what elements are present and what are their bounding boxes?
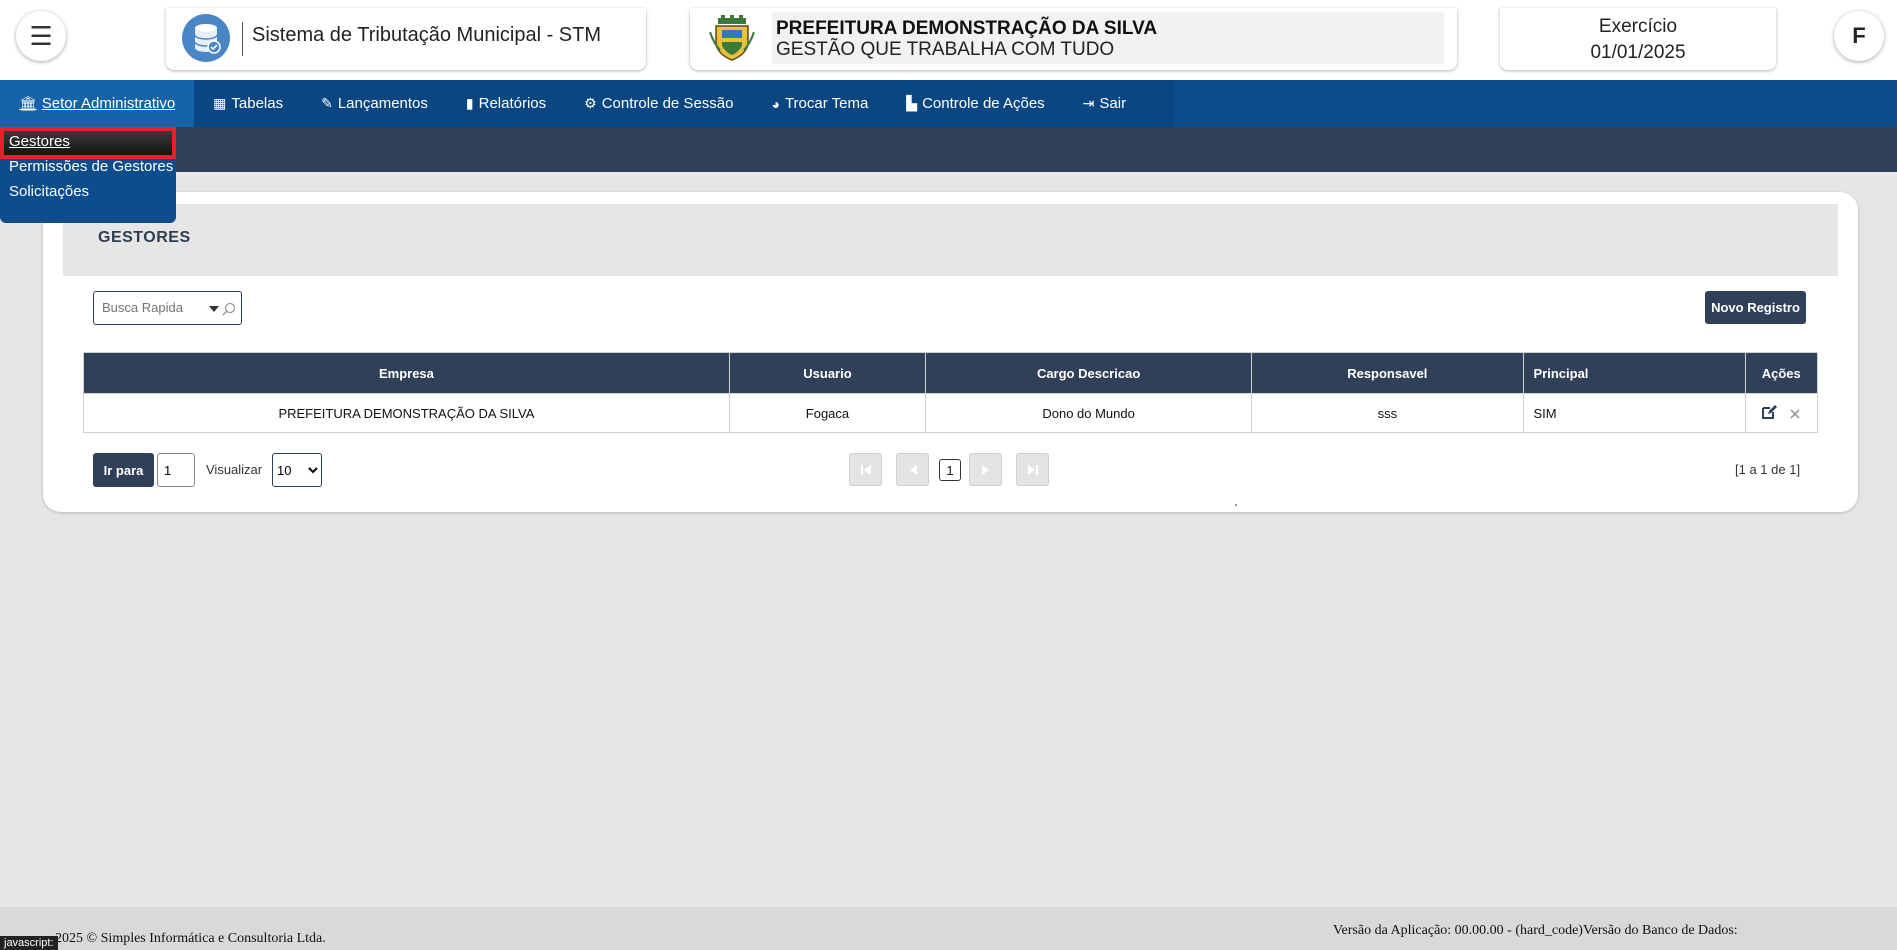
nav-item-lancamentos[interactable]: ✎ Lançamentos <box>302 80 447 127</box>
gestores-table: Empresa Usuario Cargo Descricao Responsa… <box>83 352 1819 433</box>
column-header-usuario[interactable]: Usuario <box>728 352 927 394</box>
ir-para-button[interactable]: Ir para <box>93 453 154 487</box>
sub-header-bar <box>0 127 1897 172</box>
nav-item-setor-administrativo[interactable]: 🏛 Setor Administrativo <box>0 80 195 127</box>
exercicio-date: 01/01/2025 <box>1590 42 1686 63</box>
prev-page-icon <box>909 464 917 475</box>
search-icon[interactable] <box>222 302 236 316</box>
copyright-text: 2025 © Simples Informática e Consultoria… <box>55 931 326 946</box>
version-text: Versão da Aplicação: 00.00.00 - (hard_co… <box>1333 923 1738 938</box>
gestores-panel: GESTORES Novo Registro Empresa Usuario C… <box>43 192 1858 512</box>
divider <box>242 22 243 56</box>
last-page-icon <box>1027 464 1038 475</box>
chart-icon: ▙ <box>906 95 918 111</box>
cell-responsavel: sss <box>1251 393 1524 433</box>
nav-item-controle-acoes[interactable]: ▙ Controle de Ações <box>887 80 1063 127</box>
sign-out-icon: ⇥ <box>1082 95 1095 111</box>
quick-search <box>93 291 242 325</box>
exercicio-card[interactable]: Exercício 01/01/2025 <box>1500 8 1776 70</box>
nav-label: Sair <box>1099 95 1127 112</box>
city-crest-icon <box>708 14 756 62</box>
setor-administrativo-dropdown: Gestores Permissões de Gestores Solicita… <box>0 127 176 223</box>
palette-icon: ◕ <box>771 95 780 112</box>
column-header-responsavel[interactable]: Responsavel <box>1251 352 1524 394</box>
first-page-icon <box>860 464 871 475</box>
browser-status-text: javascript: <box>0 936 58 950</box>
database-icon <box>182 14 230 62</box>
table-icon: ▦ <box>213 95 227 111</box>
cell-principal: SIM <box>1522 393 1746 433</box>
column-header-empresa[interactable]: Empresa <box>83 352 730 394</box>
nav-item-tabelas[interactable]: ▦ Tabelas <box>194 80 302 127</box>
nav-label: Controle de Sessão <box>601 95 734 112</box>
cell-empresa: PREFEITURA DEMONSTRAÇÃO DA SILVA <box>83 393 730 433</box>
visualizar-label: Visualizar <box>206 462 263 477</box>
nav-label: Relatórios <box>478 95 547 112</box>
nav-item-controle-sessao[interactable]: ⚙ Controle de Sessão <box>565 80 752 127</box>
cell-usuario: Fogaca <box>728 393 927 433</box>
prefeitura-name: PREFEITURA DEMONSTRAÇÃO DA SILVA <box>776 18 1158 39</box>
page-size-select[interactable]: 10 <box>272 453 322 487</box>
edit-icon[interactable] <box>1761 404 1778 423</box>
footer: 2025 © Simples Informática e Consultoria… <box>0 907 1897 950</box>
next-page-icon <box>981 464 989 475</box>
panel-header: GESTORES <box>63 204 1838 276</box>
top-header: ☰ Sistema de Tributação Municipal - STM <box>0 0 1897 80</box>
chevron-down-icon[interactable] <box>209 306 219 312</box>
nav-label: Controle de Ações <box>922 95 1045 112</box>
nav-label: Tabelas <box>231 95 284 112</box>
nav-label: Trocar Tema <box>784 95 869 112</box>
system-title: Sistema de Tributação Municipal - STM <box>252 24 602 46</box>
page-number-current[interactable]: 1 <box>939 459 961 481</box>
user-avatar-button[interactable]: F <box>1834 11 1884 61</box>
column-header-acoes: Ações <box>1744 352 1819 394</box>
prev-page-button[interactable] <box>896 453 929 486</box>
novo-registro-button[interactable]: Novo Registro <box>1705 291 1806 324</box>
cell-cargo: Dono do Mundo <box>925 393 1253 433</box>
search-input[interactable] <box>102 300 202 315</box>
dropdown-item-solicitacoes[interactable]: Solicitações <box>9 183 89 200</box>
nav-item-relatorios[interactable]: ▮ Relatórios <box>447 80 565 127</box>
prefeitura-card: PREFEITURA DEMONSTRAÇÃO DA SILVA GESTÃO … <box>690 8 1457 70</box>
nav-item-trocar-tema[interactable]: ◕ Trocar Tema <box>752 80 887 127</box>
nav-menu: 🏛 Setor Administrativo ▦ Tabelas ✎ Lançamen… <box>0 80 1175 127</box>
exercicio-label: Exercício <box>1598 16 1678 37</box>
hamburger-menu-button[interactable]: ☰ <box>16 11 66 61</box>
bank-icon: 🏛 <box>19 95 37 111</box>
next-page-button[interactable] <box>969 453 1002 486</box>
cell-acoes <box>1744 393 1819 433</box>
nav-label: Lançamentos <box>337 95 428 112</box>
book-icon: ▮ <box>465 95 474 111</box>
dropdown-item-permissoes-gestores[interactable]: Permissões de Gestores <box>9 158 173 175</box>
system-card: Sistema de Tributação Municipal - STM <box>166 8 646 70</box>
gear-icon: ⚙ <box>584 95 597 111</box>
prefeitura-text-box: PREFEITURA DEMONSTRAÇÃO DA SILVA GESTÃO … <box>772 12 1444 64</box>
nav-label: Setor Administrativo <box>41 95 176 112</box>
table-header-row: Empresa Usuario Cargo Descricao Responsa… <box>83 352 1819 394</box>
prefeitura-slogan: GESTÃO QUE TRABALHA COM TUDO <box>776 39 1115 60</box>
close-icon[interactable] <box>1789 408 1801 423</box>
decorative-dot <box>1235 504 1237 506</box>
nav-item-sair[interactable]: ⇥ Sair <box>1064 80 1145 127</box>
column-header-cargo[interactable]: Cargo Descricao <box>925 352 1253 394</box>
dropdown-item-gestores[interactable]: Gestores <box>9 133 70 150</box>
panel-title: GESTORES <box>98 229 191 246</box>
record-count: [1 a 1 de 1] <box>1735 462 1801 477</box>
table-row[interactable]: PREFEITURA DEMONSTRAÇÃO DA SILVA Fogaca … <box>83 393 1819 433</box>
column-header-principal[interactable]: Principal <box>1522 352 1746 394</box>
goto-page-input[interactable] <box>157 453 195 487</box>
main-navbar: 🏛 Setor Administrativo ▦ Tabelas ✎ Lançamen… <box>0 80 1897 127</box>
last-page-button[interactable] <box>1016 453 1049 486</box>
edit-icon: ✎ <box>321 95 333 111</box>
first-page-button[interactable] <box>849 453 882 486</box>
